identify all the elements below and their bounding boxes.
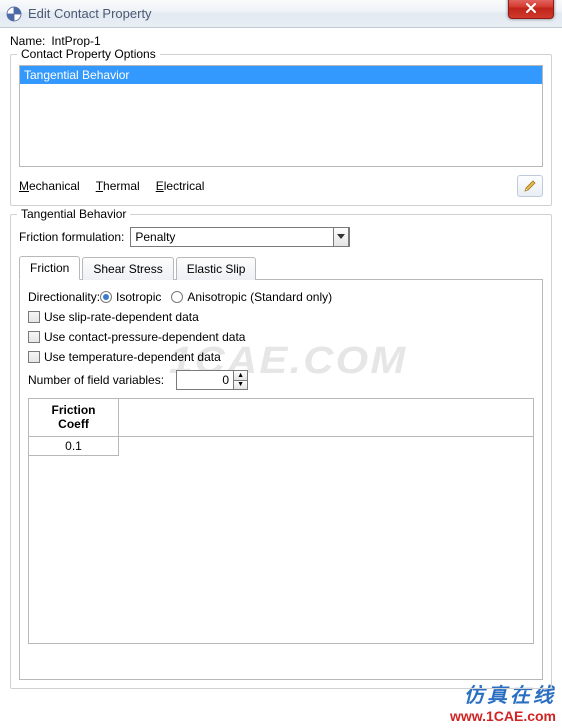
slip-rate-label: Use slip-rate-dependent data — [44, 310, 199, 324]
anisotropic-label: Anisotropic (Standard only) — [187, 290, 332, 304]
field-vars-input[interactable] — [177, 371, 233, 389]
friction-formulation-select[interactable]: Penalty — [130, 227, 350, 247]
spinner-down-icon[interactable]: ▼ — [234, 381, 247, 390]
friction-table[interactable]: Friction Coeff 0.1 — [28, 398, 534, 644]
close-icon — [525, 2, 537, 14]
field-vars-row: Number of field variables: ▲ ▼ — [28, 370, 534, 390]
table-row[interactable]: 0.1 — [29, 437, 533, 456]
name-label: Name: — [10, 34, 45, 48]
tabs: Friction Shear Stress Elastic Slip — [19, 255, 543, 280]
isotropic-radio[interactable]: Isotropic — [100, 290, 161, 304]
friction-coeff-header: Friction Coeff — [29, 399, 119, 436]
options-group-legend: Contact Property Options — [17, 47, 160, 61]
friction-formulation-row: Friction formulation: Penalty — [19, 227, 543, 247]
anisotropic-radio[interactable]: Anisotropic (Standard only) — [171, 290, 332, 304]
checkbox-icon — [28, 311, 40, 323]
directionality-row: Directionality: Isotropic Anisotropic (S… — [28, 290, 534, 304]
spinner-buttons: ▲ ▼ — [233, 371, 247, 389]
app-icon — [6, 6, 22, 22]
checkbox-icon — [28, 331, 40, 343]
options-list[interactable]: Tangential Behavior — [19, 65, 543, 167]
tangential-legend: Tangential Behavior — [17, 207, 130, 221]
friction-tab-panel: Directionality: Isotropic Anisotropic (S… — [19, 280, 543, 680]
window-title: Edit Contact Property — [28, 6, 152, 21]
pressure-row: Use contact-pressure-dependent data — [28, 330, 534, 344]
thermal-menu[interactable]: Thermal — [96, 179, 140, 193]
isotropic-label: Isotropic — [116, 290, 161, 304]
radio-icon — [171, 291, 183, 303]
menu-row: Mechanical Thermal Electrical — [19, 175, 543, 197]
edit-button[interactable] — [517, 175, 543, 197]
name-value: IntProp-1 — [51, 34, 100, 48]
directionality-label: Directionality: — [28, 290, 100, 304]
friction-formulation-label: Friction formulation: — [19, 230, 124, 244]
checkbox-icon — [28, 351, 40, 363]
slip-rate-checkbox[interactable]: Use slip-rate-dependent data — [28, 310, 199, 324]
options-list-item[interactable]: Tangential Behavior — [20, 66, 542, 84]
temperature-checkbox[interactable]: Use temperature-dependent data — [28, 350, 221, 364]
radio-icon — [100, 291, 112, 303]
field-vars-spinner[interactable]: ▲ ▼ — [176, 370, 248, 390]
close-button[interactable] — [508, 0, 554, 19]
field-vars-label: Number of field variables: — [28, 373, 164, 387]
mechanical-menu[interactable]: Mechanical — [19, 179, 80, 193]
temperature-label: Use temperature-dependent data — [44, 350, 221, 364]
options-group: Contact Property Options Tangential Beha… — [10, 54, 552, 206]
tangential-group: Tangential Behavior Friction formulation… — [10, 214, 552, 689]
tab-elastic-slip[interactable]: Elastic Slip — [176, 257, 257, 280]
watermark-url: www.1CAE.com — [450, 708, 556, 724]
temperature-row: Use temperature-dependent data — [28, 350, 534, 364]
slip-rate-row: Use slip-rate-dependent data — [28, 310, 534, 324]
pressure-checkbox[interactable]: Use contact-pressure-dependent data — [28, 330, 245, 344]
dialog-content: Name: IntProp-1 Contact Property Options… — [0, 28, 562, 689]
pressure-label: Use contact-pressure-dependent data — [44, 330, 245, 344]
tab-shear-stress[interactable]: Shear Stress — [82, 257, 173, 280]
dropdown-arrow-icon — [333, 227, 349, 247]
pencil-icon — [523, 179, 537, 193]
electrical-menu[interactable]: Electrical — [156, 179, 205, 193]
tab-friction[interactable]: Friction — [19, 256, 80, 280]
table-header-row: Friction Coeff — [29, 399, 533, 437]
name-row: Name: IntProp-1 — [10, 34, 552, 48]
friction-formulation-value: Penalty — [135, 230, 175, 244]
spinner-up-icon[interactable]: ▲ — [234, 371, 247, 381]
title-bar: Edit Contact Property — [0, 0, 562, 28]
friction-coeff-cell[interactable]: 0.1 — [29, 437, 119, 456]
